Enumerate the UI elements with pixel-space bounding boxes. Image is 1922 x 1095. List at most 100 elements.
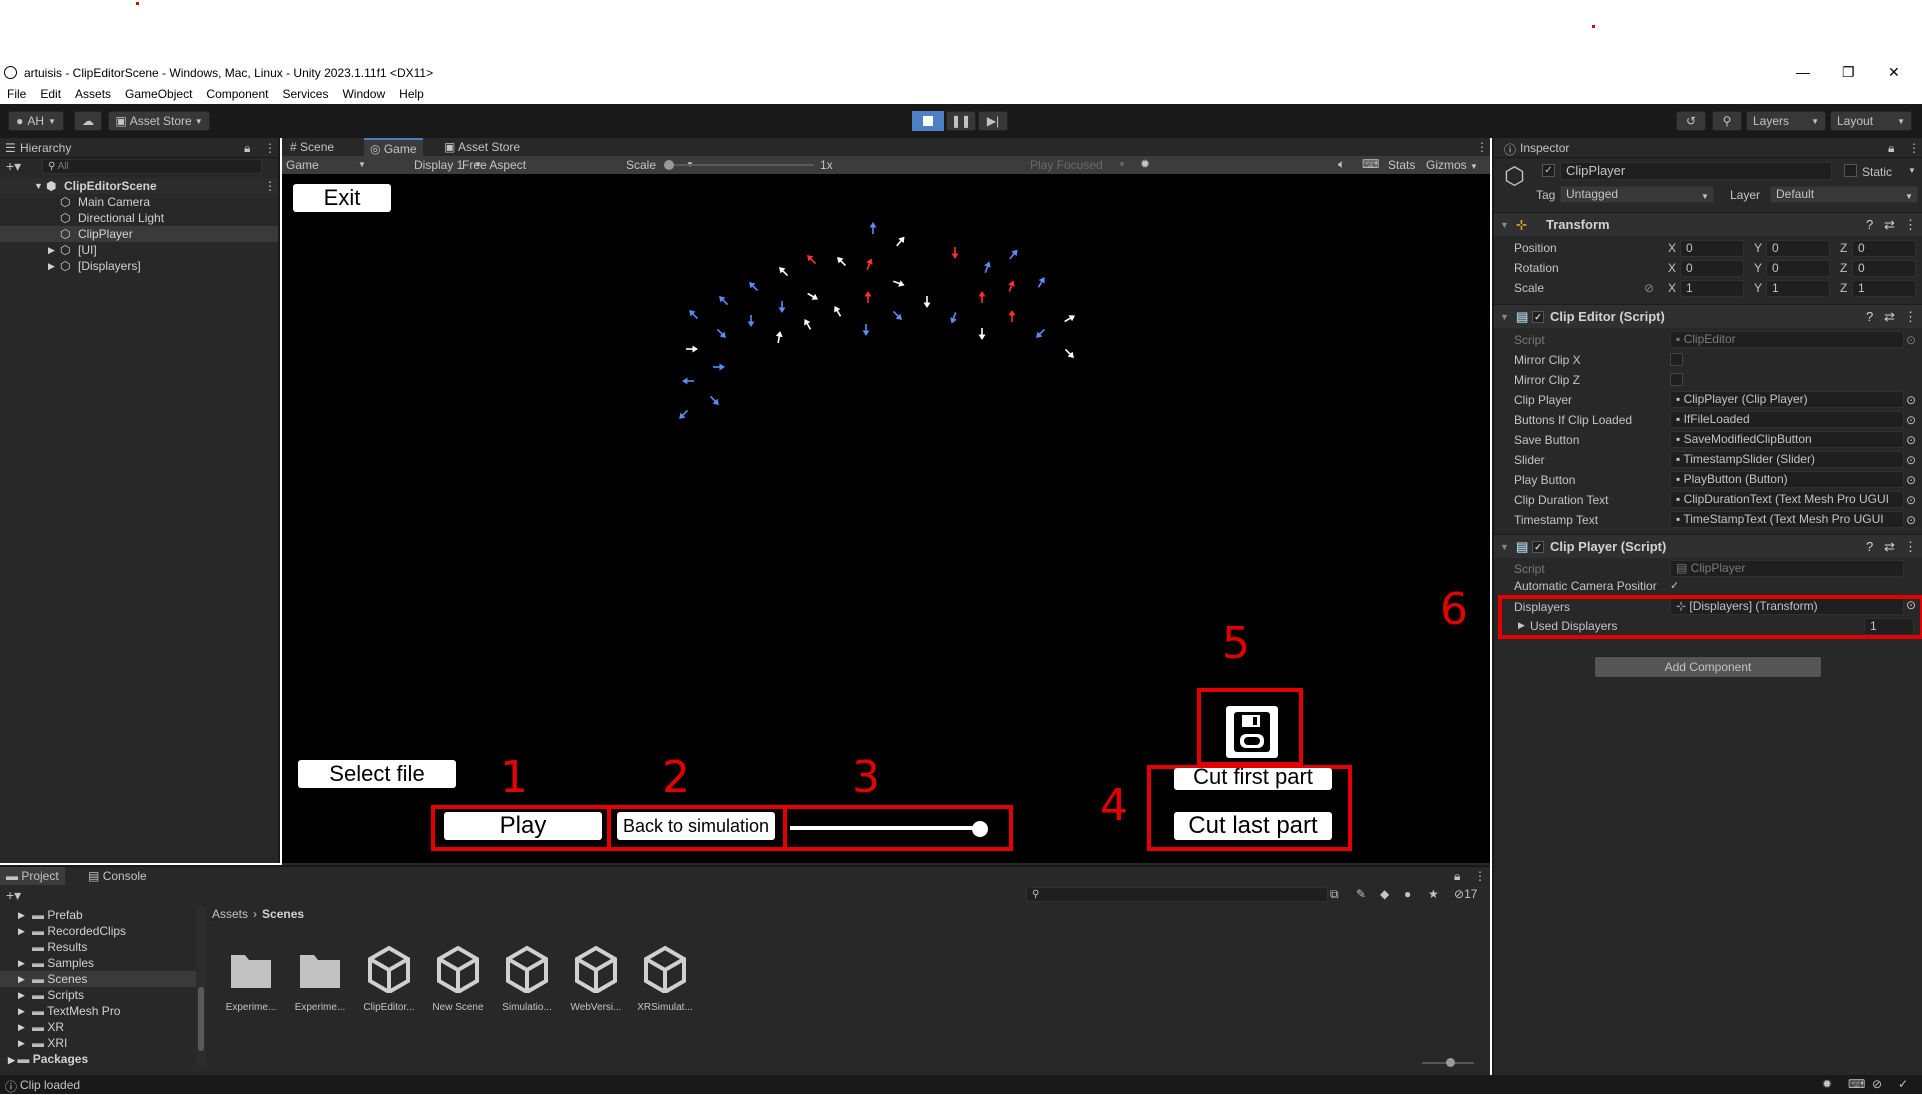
filter-label-icon[interactable]: ✎ <box>1356 887 1366 901</box>
transform-x-field[interactable]: 1 <box>1680 280 1744 297</box>
folder-item[interactable]: ▶ ▬ RecordedClips <box>0 923 196 939</box>
lock-icon[interactable]: 🔒︎ <box>1454 869 1460 884</box>
foldout-arrow-icon[interactable]: ▼ <box>1500 535 1509 559</box>
mirror-checkbox[interactable] <box>1670 373 1683 386</box>
kebab-menu-icon[interactable]: ⋮ <box>1904 305 1917 329</box>
auto-camera-checkbox[interactable]: ✓ <box>1670 579 1679 592</box>
filter-type-icon[interactable]: ⧉ <box>1330 887 1339 902</box>
expand-arrow-icon[interactable]: ▶ <box>18 955 25 971</box>
transform-y-field[interactable]: 1 <box>1766 280 1830 297</box>
save-button[interactable] <box>1226 706 1278 758</box>
asset-item[interactable]: WebVersi... <box>565 945 627 1013</box>
expand-arrow-icon[interactable]: ▶ <box>18 971 25 987</box>
active-checkbox[interactable]: ✓ <box>1542 164 1555 177</box>
checkmark-icon[interactable]: ✓ <box>1898 1077 1908 1091</box>
project-search-input[interactable]: ⚲ <box>1026 887 1328 902</box>
folder-item[interactable]: ▬ Results <box>0 939 196 955</box>
zoom-slider-thumb[interactable] <box>1446 1058 1455 1067</box>
help-icon[interactable]: ? <box>1866 213 1873 237</box>
object-picker-icon[interactable]: ⊙ <box>1906 390 1916 410</box>
asset-item[interactable]: Experime... <box>289 945 351 1013</box>
asset-item[interactable]: ClipEditor... <box>358 945 420 1013</box>
zoom-slider[interactable] <box>1422 1058 1474 1067</box>
tag-icon[interactable]: ◆ <box>1380 887 1389 901</box>
object-reference-field[interactable]: ▪ TimeStampText (Text Mesh Pro UGUI <box>1670 511 1904 528</box>
folder-item[interactable]: ▶ ▬ Scripts <box>0 987 196 1003</box>
preset-icon[interactable]: ⇄ <box>1884 305 1895 329</box>
transform-z-field[interactable]: 1 <box>1852 280 1916 297</box>
tab-project[interactable]: ▬ Project <box>0 867 65 885</box>
object-picker-icon[interactable]: ⊙ <box>1906 490 1916 510</box>
transform-z-field[interactable]: 0 <box>1852 260 1916 277</box>
object-picker-icon[interactable]: ⊙ <box>1906 410 1916 430</box>
favorite-icon[interactable]: ★ <box>1428 887 1439 901</box>
clip-editor-header[interactable]: ▼ ▤ ✓ Clip Editor (Script) ? ⇄ ⋮ <box>1494 304 1922 328</box>
foldout-arrow-icon[interactable]: ▼ <box>1500 305 1509 329</box>
inspector-tab[interactable]: ⓘ Inspector 🔒︎ ⋮ <box>1494 138 1922 158</box>
object-reference-field[interactable]: ▪ TimestampSlider (Slider) <box>1670 451 1904 468</box>
expand-arrow-icon[interactable]: ▶ <box>18 1003 25 1019</box>
folder-item[interactable]: ▶ ▬ Prefab <box>0 907 196 923</box>
object-picker-icon[interactable]: ⊙ <box>1906 330 1916 350</box>
constrain-proportions-icon[interactable]: ⊘ <box>1644 278 1654 298</box>
breadcrumb-assets[interactable]: Assets <box>212 907 248 921</box>
enabled-checkbox[interactable]: ✓ <box>1532 541 1544 553</box>
object-reference-field[interactable]: ▪ ClipDurationText (Text Mesh Pro UGUI <box>1670 491 1904 508</box>
timestamp-slider-thumb[interactable] <box>972 821 989 837</box>
warning-icon[interactable]: ● <box>1404 887 1411 901</box>
kebab-menu-icon[interactable]: ⋮ <box>1908 141 1920 155</box>
transform-y-field[interactable]: 0 <box>1766 260 1830 277</box>
expand-arrow-icon[interactable]: ▶ <box>18 987 25 1003</box>
kebab-menu-icon[interactable]: ⋮ <box>1904 535 1917 559</box>
static-checkbox[interactable] <box>1844 164 1857 177</box>
folder-item[interactable]: ▶ ▬ Scenes <box>0 971 196 987</box>
folder-item[interactable]: ▶ ▬ TextMesh Pro <box>0 1003 196 1019</box>
transform-x-field[interactable]: 0 <box>1680 260 1744 277</box>
expand-arrow-icon[interactable]: ▶ <box>18 923 25 939</box>
folder-item[interactable]: ▶ ▬ Samples <box>0 955 196 971</box>
add-component-button[interactable]: Add Component <box>1594 656 1822 678</box>
object-reference-field[interactable]: ▪ PlayButton (Button) <box>1670 471 1904 488</box>
folder-scrollbar[interactable] <box>196 907 206 1067</box>
kebab-menu-icon[interactable]: ⋮ <box>1474 869 1486 883</box>
project-add-button[interactable]: +▾ <box>6 887 21 904</box>
scroll-thumb[interactable] <box>198 987 204 1051</box>
enabled-checkbox[interactable]: ✓ <box>1532 311 1544 323</box>
mirror-checkbox[interactable] <box>1670 353 1683 366</box>
network-icon[interactable]: ⌨ <box>1848 1077 1865 1091</box>
object-reference-field[interactable]: ▪ ClipPlayer (Clip Player) <box>1670 391 1904 408</box>
object-reference-field[interactable]: ▪ SaveModifiedClipButton <box>1670 431 1904 448</box>
debug-icon[interactable]: ✹ <box>1822 1077 1832 1091</box>
cut-last-part-button[interactable]: Cut last part <box>1174 812 1332 840</box>
object-picker-icon[interactable]: ⊙ <box>1906 470 1916 490</box>
tag-dropdown[interactable]: Untagged ▼ <box>1560 186 1714 203</box>
expand-arrow-icon[interactable]: ▶ <box>18 1019 25 1035</box>
foldout-arrow-icon[interactable]: ▼ <box>1500 213 1509 237</box>
help-icon[interactable]: ? <box>1866 535 1873 559</box>
kebab-menu-icon[interactable]: ⋮ <box>1904 213 1917 237</box>
lock-icon[interactable]: 🔒︎ <box>1888 141 1894 156</box>
transform-header[interactable]: ▼ ⊹ Transform ? ⇄ ⋮ <box>1494 212 1922 236</box>
preset-icon[interactable]: ⇄ <box>1884 213 1895 237</box>
folder-item[interactable]: ▶ ▬ XR <box>0 1019 196 1035</box>
folder-item[interactable]: ▶ ▬ XRI <box>0 1035 196 1051</box>
play-control-button[interactable]: Play <box>444 812 602 840</box>
object-name-field[interactable]: ClipPlayer <box>1560 162 1832 180</box>
asset-item[interactable]: XRSimulat... <box>634 945 696 1013</box>
object-reference-field[interactable]: ▪ IfFileLoaded <box>1670 411 1904 428</box>
preset-icon[interactable]: ⇄ <box>1884 535 1895 559</box>
expand-arrow-icon[interactable]: ▶ <box>8 1055 17 1065</box>
expand-arrow-icon[interactable]: ▶ <box>18 1035 25 1051</box>
tab-console[interactable]: ▤ Console <box>88 869 147 883</box>
asset-item[interactable]: Simulatio... <box>496 945 558 1013</box>
auto-generate-icon[interactable]: ⊘ <box>1872 1077 1882 1091</box>
clip-player-header[interactable]: ▼ ▤ ✓ Clip Player (Script) ? ⇄ ⋮ <box>1494 534 1922 558</box>
transform-z-field[interactable]: 0 <box>1852 240 1916 257</box>
chevron-down-icon[interactable]: ▼ <box>1908 166 1916 175</box>
packages-folder[interactable]: ▶ ▬ Packages <box>8 1052 88 1066</box>
transform-x-field[interactable]: 0 <box>1680 240 1744 257</box>
back-to-simulation-button[interactable]: Back to simulation <box>617 812 775 840</box>
asset-item[interactable]: New Scene <box>427 945 489 1013</box>
transform-y-field[interactable]: 0 <box>1766 240 1830 257</box>
asset-item[interactable]: Experime... <box>220 945 282 1013</box>
